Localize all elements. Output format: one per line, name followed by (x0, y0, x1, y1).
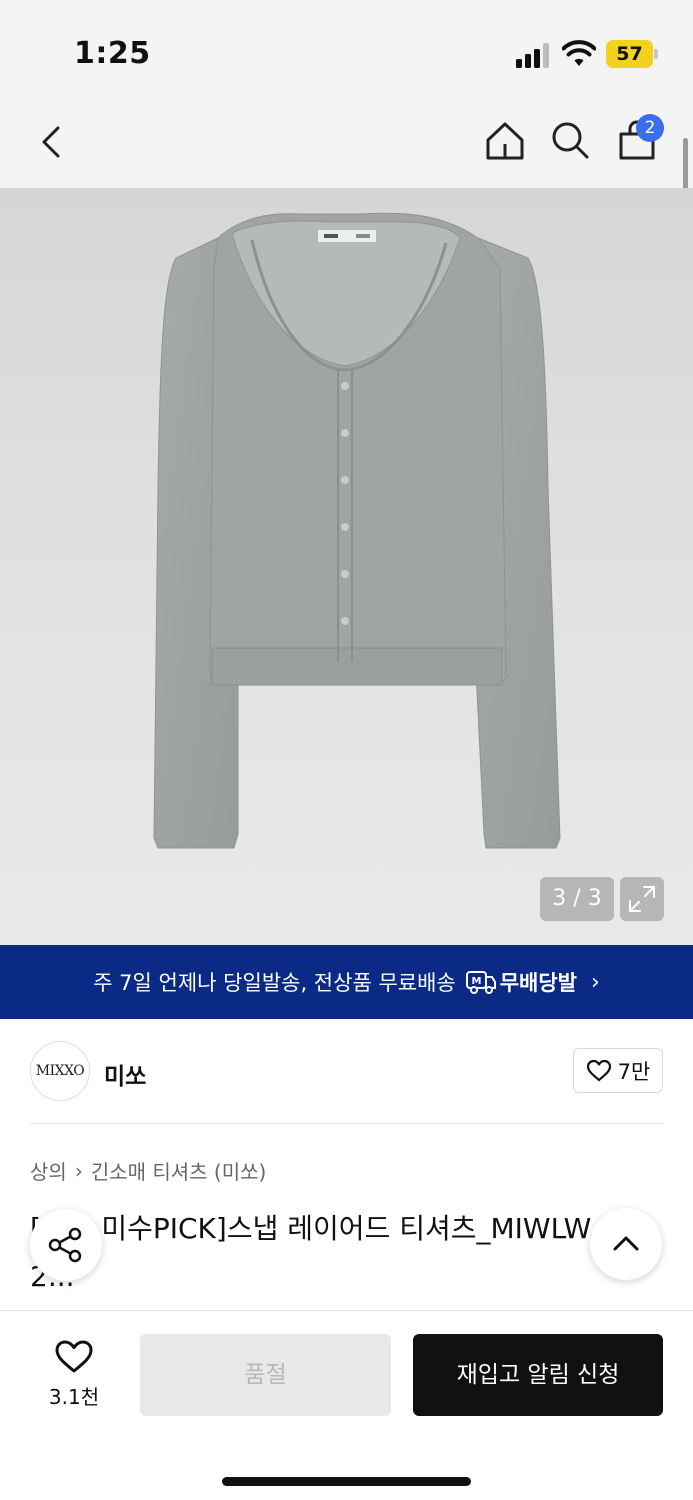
breadcrumb-separator: › (74, 1158, 83, 1183)
divider (30, 1123, 663, 1124)
back-arrow-icon[interactable] (30, 120, 74, 164)
bottom-action-bar: 3.1천 품절 재입고 알림 신청 (0, 1310, 693, 1500)
top-nav-bar: 2 (0, 100, 693, 188)
wishlist-count: 3.1천 (48, 1385, 100, 1409)
brand-like-button[interactable]: 7만 (573, 1048, 663, 1093)
home-indicator[interactable] (222, 1477, 471, 1486)
brand-logo[interactable]: MIXXO (30, 1041, 90, 1101)
wishlist-button[interactable]: 3.1천 (36, 1339, 112, 1410)
heart-icon (55, 1340, 93, 1373)
chevron-right-icon: › (591, 969, 600, 995)
banner-text: 주 7일 언제나 당일발송, 전상품 무료배송 (93, 971, 456, 995)
wifi-icon (562, 40, 596, 66)
search-icon[interactable] (548, 118, 592, 162)
status-bar: 1:25 57 (0, 0, 693, 100)
cellular-signal-icon (516, 42, 552, 68)
banner-logo-text: 무배당발 (499, 971, 577, 995)
soldout-button[interactable]: 품절 (140, 1334, 391, 1416)
breadcrumb-category[interactable]: 상의 (30, 1156, 67, 1185)
expand-icon[interactable] (620, 877, 664, 921)
share-icon (48, 1227, 82, 1263)
delivery-promo-banner[interactable]: 주 7일 언제나 당일발송, 전상품 무료배송 M 무배당발 › (0, 945, 693, 1019)
brand-like-count: 7만 (617, 1059, 651, 1084)
breadcrumb: 상의 › 긴소매 티셔츠 (미쏘) (30, 1156, 266, 1185)
product-title: [미쏘 미수PICK]스냅 레이어드 티셔츠_MIWLW...2 2... (30, 1212, 633, 1293)
product-photo (153, 212, 561, 849)
product-image-gallery[interactable]: 3 / 3 (0, 188, 693, 945)
banner-logo-mark: M (471, 976, 481, 987)
home-icon[interactable] (482, 118, 528, 164)
status-time: 1:25 (74, 36, 151, 71)
breadcrumb-subcategory[interactable]: 긴소매 티셔츠 (미쏘) (91, 1156, 267, 1185)
brand-name[interactable]: 미쏘 (104, 1057, 146, 1091)
heart-icon (586, 1059, 611, 1081)
battery-icon: 57 (606, 40, 658, 68)
restock-alert-button[interactable]: 재입고 알림 신청 (413, 1334, 663, 1416)
scroll-to-top-button[interactable] (590, 1208, 662, 1280)
chevron-up-icon (613, 1236, 639, 1251)
delivery-truck-icon: M (465, 971, 496, 994)
battery-level: 57 (606, 40, 653, 68)
share-button[interactable] (30, 1209, 102, 1281)
cart-count-badge: 2 (636, 114, 664, 142)
banner-logo: M 무배당발 (465, 967, 577, 997)
image-counter: 3 / 3 (540, 877, 614, 921)
brand-row: MIXXO 미쏘 7만 (0, 1019, 693, 1123)
